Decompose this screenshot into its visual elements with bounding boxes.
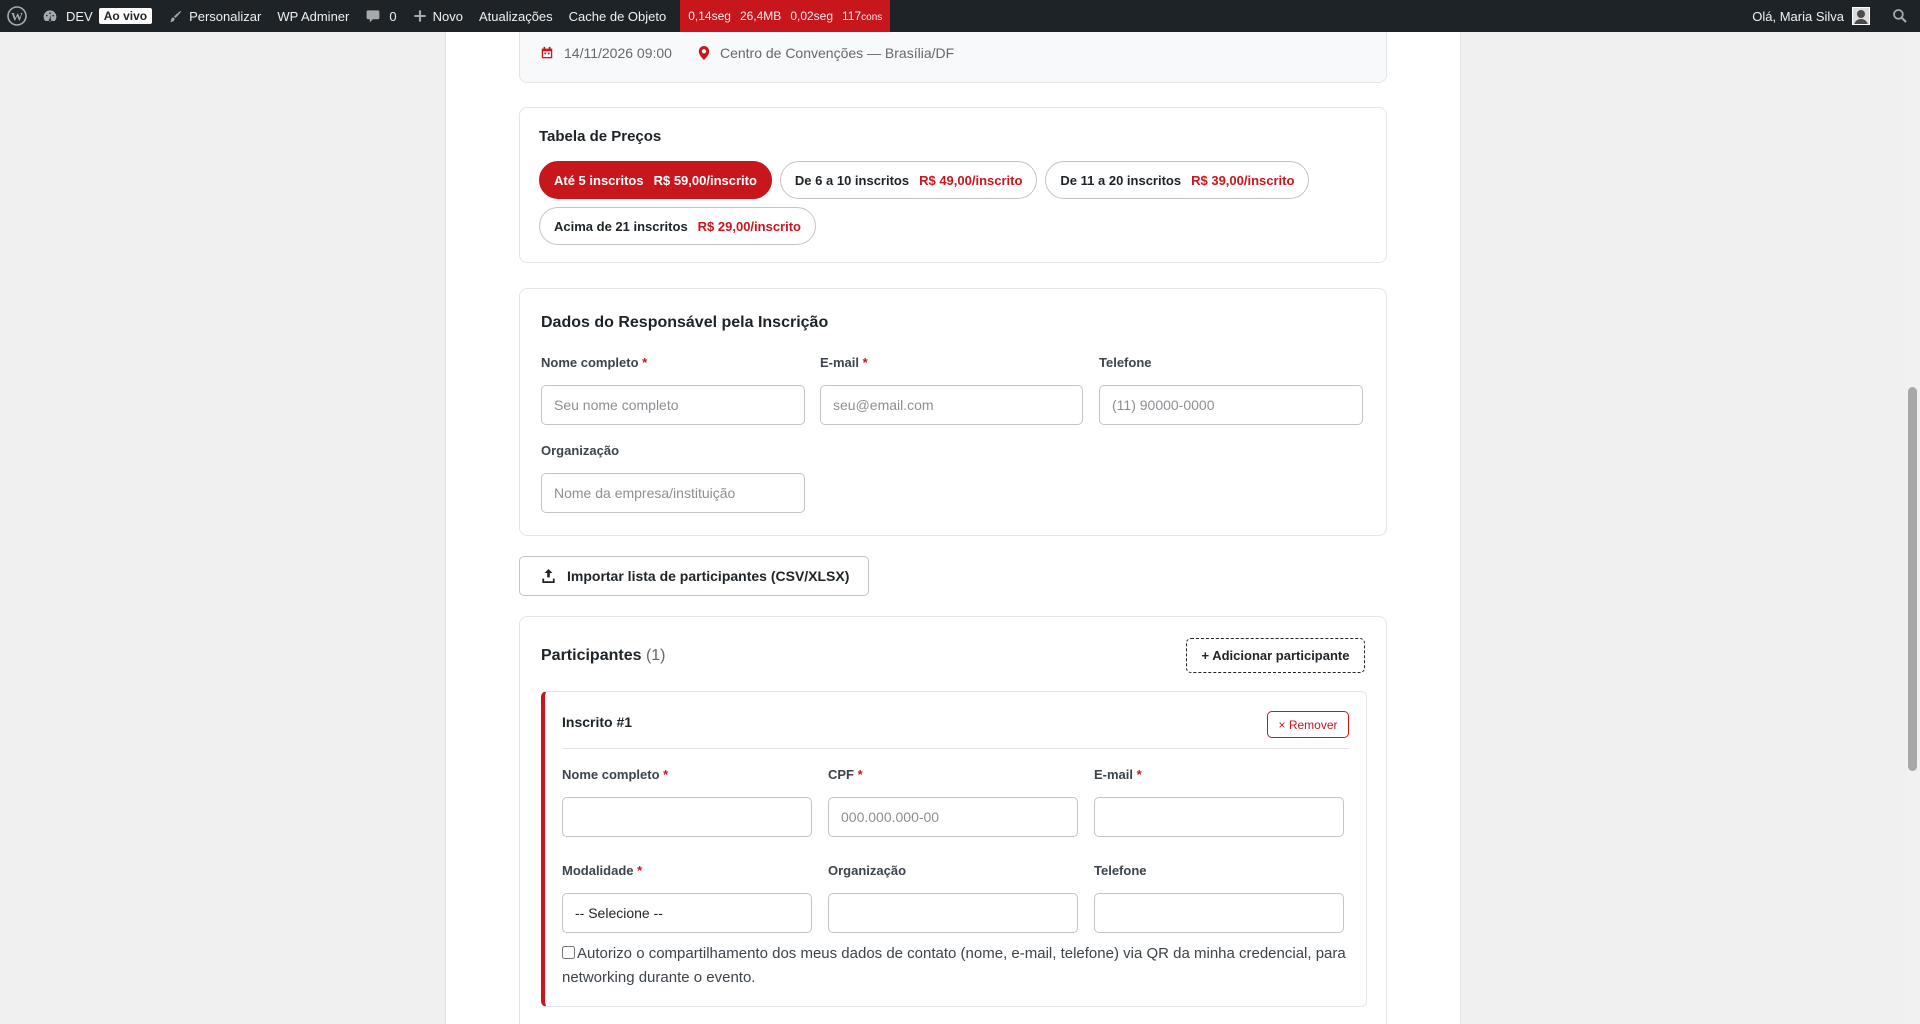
site-name: DEV: [66, 8, 93, 24]
modality-selected-value: -- Selecione --: [575, 905, 663, 921]
participant-phone-label: Telefone: [1094, 863, 1147, 878]
consent-checkbox[interactable]: [562, 946, 575, 959]
participant-entry-title: Inscrito #1: [562, 714, 633, 730]
wordpress-logo-icon[interactable]: W: [0, 0, 34, 32]
price-tier-2[interactable]: De 6 a 10 inscritos R$ 49,00/inscrito: [779, 161, 1038, 199]
svg-text:W: W: [11, 10, 23, 24]
participant-email-label: E-mail *: [1094, 767, 1142, 782]
avatar: [1852, 7, 1870, 25]
consent-row: Autorizo o compartilhamento dos meus dad…: [562, 942, 1352, 990]
plus-icon: [413, 10, 426, 22]
event-date-text: 14/11/2026 09:00: [564, 45, 672, 61]
map-pin-icon: [698, 46, 710, 60]
price-table-title: Tabela de Preços: [539, 128, 662, 145]
new-content-menu[interactable]: Novo: [405, 0, 471, 32]
responsible-phone-label: Telefone: [1099, 355, 1152, 370]
price-tier-4[interactable]: Acima de 21 inscritos R$ 29,00/inscrito: [539, 207, 816, 245]
customize-label: Personalizar: [189, 8, 262, 24]
updates-label: Atualizações: [478, 8, 553, 24]
search-button[interactable]: [1878, 0, 1920, 32]
calendar-icon: [541, 46, 553, 59]
query-monitor-stats[interactable]: 0,14seg 26,4MB 0,02seg 117cons: [680, 0, 891, 32]
add-participant-button[interactable]: + Adicionar participante: [1186, 638, 1365, 673]
participant-modality-label: Modalidade *: [562, 863, 643, 878]
event-location: Centro de Convenções — Brasília/DF: [698, 45, 954, 61]
participant-entry: Inscrito #1 × Remover Nome completo * CP…: [541, 691, 1367, 1007]
price-tier-price: R$ 59,00/inscrito: [653, 172, 757, 188]
responsible-card: Dados do Responsável pela Inscrição Nome…: [519, 288, 1387, 536]
consent-text: Autorizo o compartilhamento dos meus dad…: [562, 945, 1346, 986]
participant-modality-select[interactable]: -- Selecione --: [562, 893, 812, 933]
updates-link[interactable]: Atualizações: [471, 0, 561, 32]
comments-count: 0: [389, 8, 397, 24]
import-label: Importar lista de participantes (CSV/XLS…: [567, 568, 850, 584]
account-menu[interactable]: Olá, Maria Silva: [1744, 0, 1878, 32]
participants-card: Participantes (1) + Adicionar participan…: [519, 616, 1387, 1024]
participant-org-label: Organização: [828, 863, 907, 878]
event-date: 14/11/2026 09:00: [540, 45, 672, 61]
customize-link[interactable]: Personalizar: [160, 0, 269, 32]
price-tier-label: De 11 a 20 inscritos: [1060, 172, 1182, 188]
event-location-text: Centro de Convenções — Brasília/DF: [719, 45, 955, 61]
participant-cpf-input[interactable]: 000.000.000-00: [828, 797, 1078, 837]
responsible-org-label: Organização: [541, 443, 620, 458]
comment-icon: [366, 10, 380, 23]
participants-title: Participantes (1): [541, 647, 666, 664]
object-cache-link[interactable]: Cache de Objeto: [561, 0, 675, 32]
responsible-phone-input[interactable]: (11) 90000-0000: [1099, 385, 1363, 425]
scrollbar-thumb[interactable]: [1908, 387, 1917, 771]
dashboard-icon: [43, 10, 57, 22]
entry-divider: [562, 748, 1349, 749]
participant-cpf-label: CPF *: [828, 767, 863, 782]
event-info-card: 14/11/2026 09:00 Centro de Convenções — …: [519, 24, 1387, 83]
participant-phone-input[interactable]: [1094, 893, 1344, 933]
brush-icon: [170, 10, 182, 22]
responsible-email-input[interactable]: seu@email.com: [820, 385, 1083, 425]
wp-adminer-link[interactable]: WP Adminer: [269, 0, 357, 32]
perf-queries: 117cons: [842, 9, 883, 23]
greeting: Olá, Maria Silva: [1752, 8, 1844, 24]
price-tier-label: Acima de 21 inscritos: [554, 218, 688, 234]
upload-icon: [542, 569, 555, 583]
live-badge: Ao vivo: [98, 8, 153, 24]
import-participants-button[interactable]: Importar lista de participantes (CSV/XLS…: [519, 556, 869, 596]
price-table-card: Tabela de Preços Até 5 inscritos R$ 59,0…: [519, 107, 1387, 263]
perf-query-time: 0,02seg: [790, 9, 834, 23]
participant-email-input[interactable]: [1094, 797, 1344, 837]
responsible-title: Dados do Responsável pela Inscrição: [541, 314, 829, 331]
responsible-name-input[interactable]: Seu nome completo: [541, 385, 805, 425]
perf-memory: 26,4MB: [739, 9, 782, 23]
price-tiers: Até 5 inscritos R$ 59,00/inscrito De 6 a…: [539, 161, 1359, 245]
price-tier-3[interactable]: De 11 a 20 inscritos R$ 39,00/inscrito: [1045, 161, 1310, 199]
price-tier-price: R$ 29,00/inscrito: [697, 218, 801, 234]
price-tier-1[interactable]: Até 5 inscritos R$ 59,00/inscrito: [539, 161, 772, 199]
price-tier-price: R$ 39,00/inscrito: [1191, 172, 1295, 188]
responsible-email-label: E-mail *: [820, 355, 868, 370]
site-name-menu[interactable]: DEV Ao vivo: [34, 0, 160, 32]
participants-count: (1): [645, 647, 666, 664]
price-tier-label: De 6 a 10 inscritos: [794, 172, 910, 188]
responsible-name-label: Nome completo *: [541, 355, 648, 370]
participant-org-input[interactable]: [828, 893, 1078, 933]
perf-time: 0,14seg: [688, 9, 731, 23]
price-tier-label: Até 5 inscritos: [554, 172, 644, 188]
responsible-org-input[interactable]: Nome da empresa/instituição: [541, 473, 805, 513]
wp-adminer-label: WP Adminer: [277, 8, 350, 24]
comments-link[interactable]: 0: [357, 0, 404, 32]
participant-name-label: Nome completo *: [562, 767, 669, 782]
new-label: Novo: [432, 8, 463, 24]
remove-participant-button[interactable]: × Remover: [1267, 711, 1349, 738]
participant-name-input[interactable]: [562, 797, 812, 837]
admin-bar: W DEV Ao vivo Personalizar WP Adminer 0 …: [0, 0, 1920, 32]
object-cache-label: Cache de Objeto: [568, 8, 667, 24]
search-icon: [1893, 9, 1907, 23]
price-tier-price: R$ 49,00/inscrito: [919, 172, 1023, 188]
